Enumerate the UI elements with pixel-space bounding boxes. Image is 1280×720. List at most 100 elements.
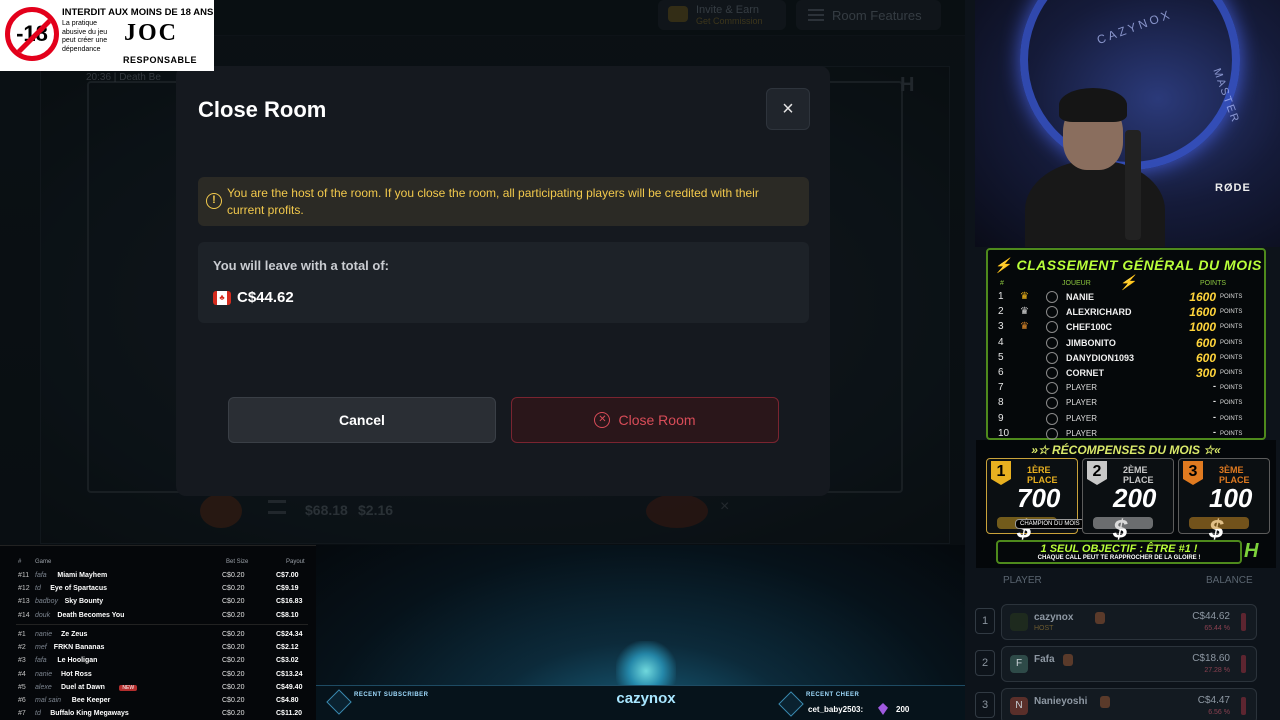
h-logo: H <box>1244 540 1259 562</box>
history-payout: C$3.02 <box>276 657 299 665</box>
player-role: HOST <box>1034 625 1054 632</box>
player-name: Fafa <box>1034 654 1055 665</box>
place-label: 3ÈME PLACE <box>1219 465 1250 485</box>
close-room-button[interactable]: ✕ Close Room <box>511 397 779 443</box>
crown-icon: ♛ <box>1020 291 1029 302</box>
history-bet: C$0.20 <box>222 670 245 678</box>
player-balance: C$18.60 <box>1192 653 1230 664</box>
leaderboard-row: 8 PLAYER - POINTS <box>994 396 1260 411</box>
history-payout: C$8.10 <box>276 611 299 619</box>
leaderboard-points: 300 <box>1195 366 1216 380</box>
leaderboard-row: 1 ♛ NANIE 1600 POINTS <box>994 290 1260 305</box>
history-row: #3 fafa Le Hooligan C$0.20 C$3.02 <box>0 656 316 668</box>
points-label: POINTS <box>1220 370 1243 376</box>
leaderboard-points: 600 <box>1195 350 1216 365</box>
history-col-payout: Payout <box>286 559 305 565</box>
history-user: alexe <box>35 683 52 691</box>
history-user: mef <box>35 644 47 652</box>
crown-icon: ♛ <box>1020 306 1029 318</box>
leaderboard-name: NANIE <box>1066 292 1095 302</box>
history-game: Death Becomes You <box>57 611 125 619</box>
history-user: td <box>35 585 41 593</box>
avatar-icon <box>1046 321 1058 334</box>
history-payout: C$11.20 <box>276 710 303 718</box>
history-user: td <box>35 710 41 718</box>
points-label: POINTS <box>1220 400 1243 407</box>
leaderboard-name: PLAYER <box>1066 413 1097 423</box>
points-label: POINTS <box>1220 339 1243 346</box>
history-number: #7 <box>18 710 26 718</box>
avatar-icon <box>1046 306 1058 319</box>
joc-logo: JOC <box>124 20 178 46</box>
history-bet: C$0.20 <box>222 598 245 606</box>
history-number: #12 <box>18 585 30 593</box>
history-bet: C$0.20 <box>222 710 245 718</box>
history-row: #12 td Eye of Spartacus C$0.20 C$9.19 <box>0 584 316 596</box>
leaderboard-name: CORNET <box>1066 368 1104 378</box>
points-label: POINTS <box>1220 354 1243 361</box>
info-icon: ! <box>206 193 222 209</box>
cancel-button[interactable]: Cancel <box>228 397 496 443</box>
age-warning-banner: -18 INTERDIT AUX MOINS DE 18 ANS La prat… <box>0 0 214 71</box>
prize-amount: 100 $ <box>1209 483 1253 544</box>
history-bet: C$0.20 <box>222 631 245 638</box>
avatar-icon <box>1046 397 1058 410</box>
history-payout: C$7.00 <box>276 572 299 579</box>
history-bet: C$0.20 <box>222 697 245 704</box>
lb-col-rank: # <box>1000 280 1004 287</box>
history-game: Ze Zeus <box>61 631 88 638</box>
history-user: fafa <box>35 657 47 665</box>
history-row: #1 nanie Ze Zeus C$0.20 C$24.34 <box>0 630 316 642</box>
circle-x-icon: ✕ <box>594 412 611 428</box>
history-number: #11 <box>18 572 30 579</box>
history-row: #6 mal sain Bee Keeper C$0.20 C$4.80 <box>0 696 316 708</box>
bonus-hunt-list: # Game Bet Size Payout #11 fafa Miami Mayh… <box>0 545 316 720</box>
leaderboard-rank: 3 <box>998 321 1004 333</box>
avatar-icon <box>1046 412 1058 425</box>
history-game: Miami Mayhem <box>57 572 108 579</box>
modal-close-button[interactable]: × <box>766 88 810 130</box>
leaderboard-points: - <box>1213 381 1216 392</box>
player-row[interactable]: 2 F Fafa C$18.60 27.28 % <box>975 646 1257 682</box>
leaderboard-rank: 5 <box>998 351 1004 363</box>
history-col-game: Game <box>35 559 52 565</box>
share-bar <box>1241 697 1246 715</box>
player-row[interactable]: 3 N Nanieyoshi C$4.47 6.56 % <box>975 688 1257 720</box>
leaderboard-points: - <box>1213 396 1216 407</box>
rank-badge-icon <box>1062 654 1073 666</box>
history-payout: C$49.40 <box>276 683 303 691</box>
leaderboard-points: 1600 <box>1189 290 1216 304</box>
points-label: POINTS <box>1220 294 1243 300</box>
history-user: nanie <box>35 631 53 638</box>
history-bet: C$0.20 <box>222 572 245 579</box>
prize-card: 1 1ÈRE PLACE 700 $ CHAMPION DU MOIS <box>986 458 1085 544</box>
history-user: douk <box>35 611 51 619</box>
lb-col-player: JOUEUR <box>1062 280 1091 287</box>
history-row: #11 fafa Miami Mayhem C$0.20 C$7.00 <box>0 571 316 583</box>
prize-amount: 700 $ <box>1017 483 1061 544</box>
leaderboard-rank: 9 <box>998 412 1004 424</box>
history-bet: C$0.20 <box>222 644 245 652</box>
cap <box>1059 88 1127 122</box>
place-label: 1ÈRE PLACE <box>1027 465 1058 485</box>
history-bet: C$0.20 <box>222 683 245 691</box>
player-card: N Nanieyoshi C$4.47 6.56 % <box>1001 688 1257 720</box>
place-badge: 2 <box>1087 461 1107 485</box>
objective-banner: 1 SEUL OBJECTIF : ÊTRE #1 ! CHAQUE CALL … <box>996 540 1242 564</box>
stream-overlay-bar: RECENT SUBSCRIBER cazynox RECENT CHEER c… <box>316 545 965 720</box>
warning-text: You are the host of the room. If you clo… <box>227 186 759 217</box>
player-row[interactable]: 1 cazynox HOST C$44.62 65.44 % <box>975 604 1257 640</box>
history-number: #14 <box>18 611 30 619</box>
objective-title: 1 SEUL OBJECTIF : ÊTRE #1 ! <box>1040 543 1198 555</box>
history-payout: C$13.24 <box>276 670 303 678</box>
history-user: mal sain <box>35 697 62 704</box>
champion-badge: CHAMPION DU MOIS <box>1015 519 1085 529</box>
share-bar <box>1241 655 1246 673</box>
history-game: FRKN Bananas <box>53 644 105 652</box>
player-name: Nanieyoshi <box>1034 696 1088 707</box>
leaderboard-name: CHEF100C <box>1066 322 1113 333</box>
leaderboard-name: PLAYER <box>1066 383 1097 393</box>
history-payout: C$16.83 <box>276 598 303 606</box>
history-bet: C$0.20 <box>222 585 245 593</box>
history-game: Eye of Spartacus <box>50 585 107 593</box>
